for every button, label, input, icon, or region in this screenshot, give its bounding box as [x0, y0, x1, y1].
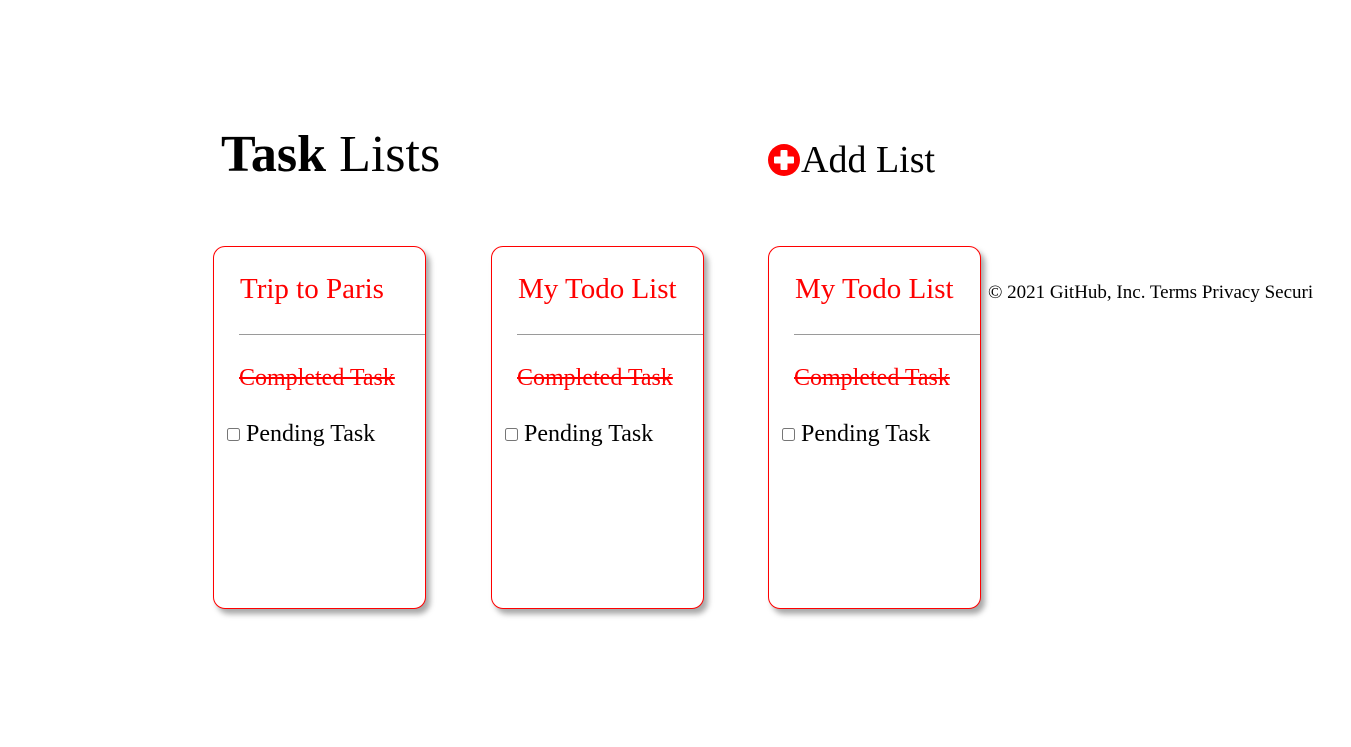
completed-task[interactable]: Completed Task [517, 363, 673, 393]
card-divider [794, 334, 980, 335]
page-title-rest: Lists [326, 126, 441, 183]
task-list-title: My Todo List [518, 273, 677, 305]
pending-task-label: Pending Task [246, 421, 376, 447]
add-list-button[interactable]: Add List [768, 138, 935, 182]
completed-task[interactable]: Completed Task [239, 363, 395, 393]
page-title-bold: Task [221, 126, 327, 183]
card-divider [517, 334, 703, 335]
completed-task[interactable]: Completed Task [794, 363, 950, 393]
pending-task-checkbox[interactable] [782, 427, 795, 441]
task-list-card: My Todo List Completed Task Pending Task [491, 246, 704, 609]
pending-task-checkbox[interactable] [227, 427, 240, 441]
task-list-title: My Todo List [795, 273, 954, 305]
task-list-title: Trip to Paris [240, 273, 384, 305]
add-list-label: Add List [801, 139, 936, 181]
task-lists-page: Task Lists Add List Trip to Paris Comple… [0, 0, 1351, 747]
pending-task: Pending Task [505, 419, 653, 449]
pending-task-label: Pending Task [801, 421, 931, 447]
plus-circle-icon [768, 144, 800, 176]
task-list-card: Trip to Paris Completed Task Pending Tas… [213, 246, 426, 609]
pending-task: Pending Task [782, 419, 930, 449]
pending-task: Pending Task [227, 419, 375, 449]
task-list-card: My Todo List Completed Task Pending Task [768, 246, 981, 609]
pending-task-label: Pending Task [524, 421, 654, 447]
page-title: Task Lists [221, 124, 440, 186]
footer-text: © 2021 GitHub, Inc. Terms Privacy Securi [988, 282, 1314, 303]
pending-task-checkbox[interactable] [505, 427, 518, 441]
card-divider [239, 334, 425, 335]
